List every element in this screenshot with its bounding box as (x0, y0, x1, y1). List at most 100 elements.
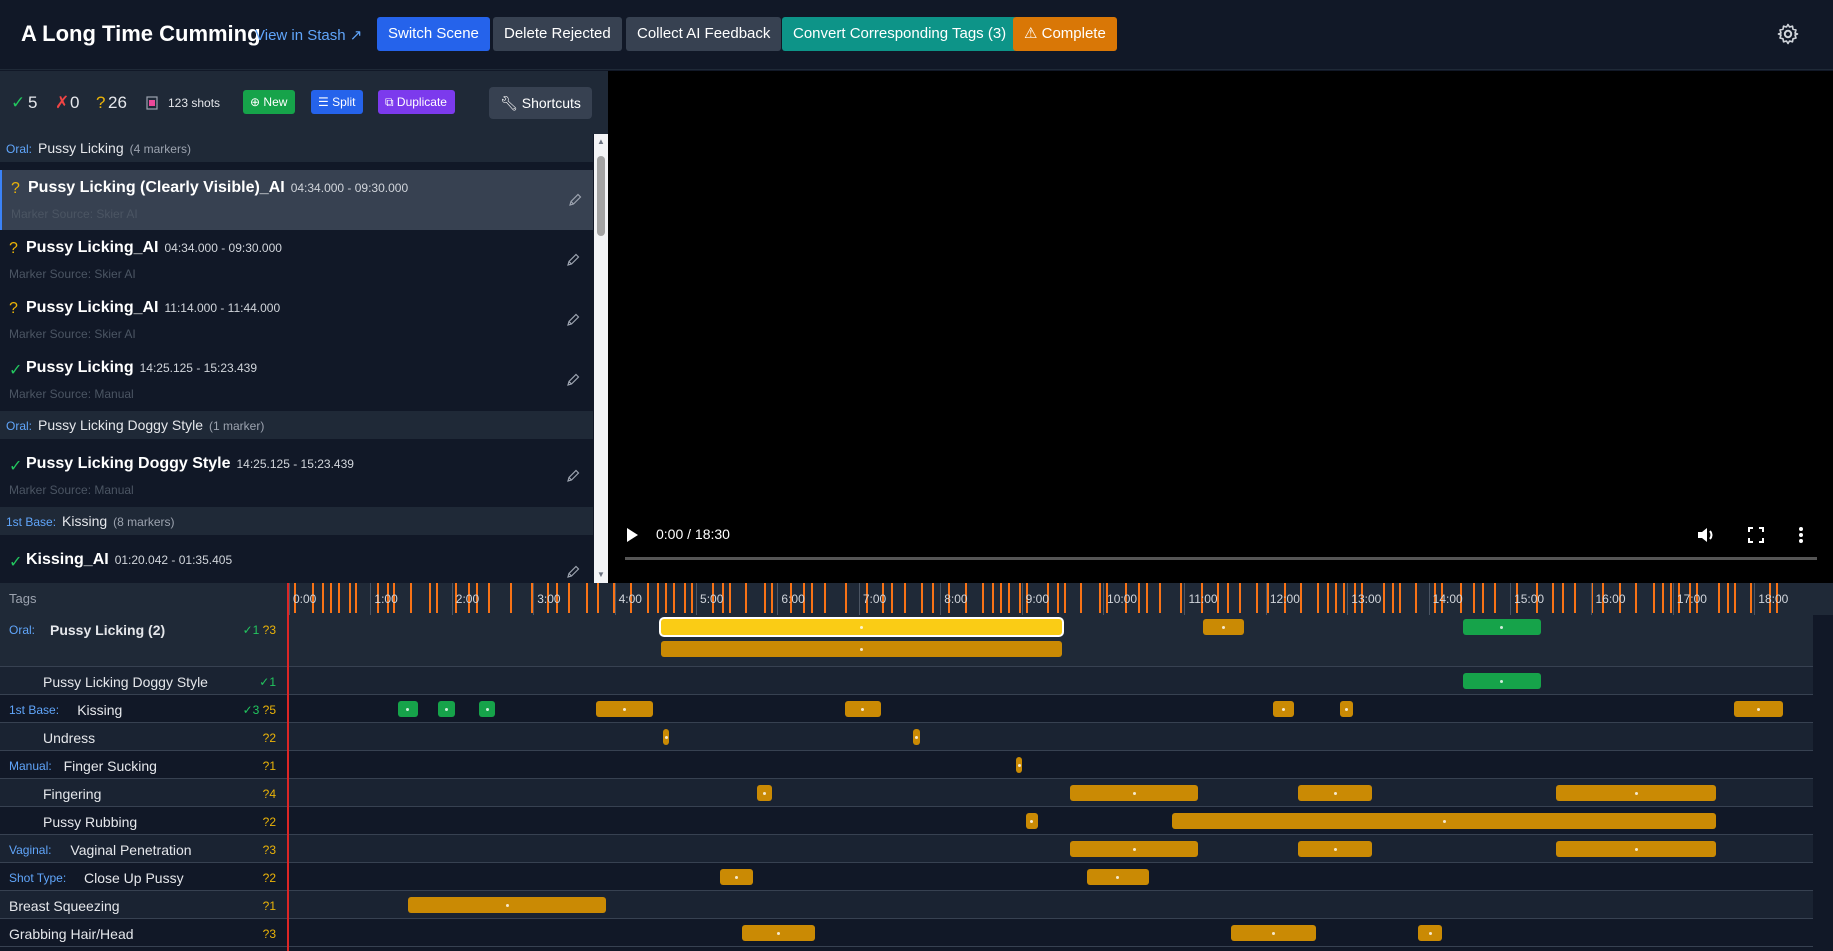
marker-bar[interactable] (742, 925, 816, 941)
tags-column-label: Tags (9, 591, 37, 606)
video-player[interactable]: 0:00 / 18:30 (608, 71, 1833, 583)
scene-cut-marker (982, 583, 985, 613)
marker-bar[interactable] (595, 701, 653, 717)
complete-button[interactable]: ⚠ Complete (1013, 17, 1117, 51)
marker-bar[interactable] (1025, 813, 1038, 829)
tag-row-label[interactable]: Vaginal: Vaginal Penetration ?3 (0, 835, 289, 862)
tag-row-label[interactable]: Manual: Finger Sucking ?1 (0, 751, 289, 778)
tag-row-label[interactable]: Breast Squeezing ?1 (0, 891, 289, 918)
more-options-icon[interactable] (1798, 526, 1804, 544)
scene-cut-marker (1256, 583, 1259, 613)
tag-row-label[interactable]: Shot Type: Close Up Pussy ?2 (0, 863, 289, 890)
split-icon: ☰ (318, 95, 329, 109)
collect-ai-feedback-button[interactable]: Collect AI Feedback (626, 17, 782, 51)
marker-bar[interactable] (1230, 925, 1317, 941)
timeline-playhead[interactable] (287, 583, 289, 951)
edit-pencil-icon[interactable] (565, 564, 581, 580)
marker-bar[interactable] (408, 897, 607, 913)
tag-row-label[interactable]: Pussy Licking Doggy Style ✓1 (0, 667, 289, 694)
marker-name: Pussy Licking (26, 359, 134, 376)
marker-bar[interactable] (845, 701, 881, 717)
marker-item[interactable]: ✓ Pussy Licking 14:25.125 - 15:23.439 Mar… (0, 350, 593, 410)
shortcuts-button[interactable]: 🔧︎ Shortcuts (489, 87, 592, 119)
pending-status-icon: ? (11, 180, 20, 197)
marker-item[interactable]: ✓ Kissing_AI 01:20.042 - 01:35.405 (0, 542, 593, 583)
tag-row-label[interactable]: Oral: Pussy Licking (2) ✓1 ?3 (0, 615, 289, 666)
marker-item[interactable]: ? Pussy Licking_AI 11:14.000 - 11:44.000 … (0, 290, 593, 350)
marker-bar[interactable] (757, 785, 772, 801)
marker-bar[interactable] (1272, 701, 1295, 717)
scene-cut-marker (1670, 583, 1673, 613)
group-category: Oral: (6, 142, 33, 156)
tag-row-label[interactable]: 1st Base: Kissing ✓3 ?5 (0, 695, 289, 722)
tag-count: ?3 (263, 927, 276, 941)
new-marker-button[interactable]: ⊕ New (243, 90, 296, 114)
scene-cut-marker (690, 583, 693, 613)
marker-bar[interactable] (1733, 701, 1783, 717)
marker-item[interactable]: ? Pussy Licking_AI 04:34.000 - 09:30.000 … (0, 230, 593, 290)
marker-bar[interactable] (1417, 925, 1443, 941)
marker-bar[interactable] (1340, 701, 1353, 717)
rejected-icon: ✗ (55, 93, 70, 112)
tick-line (370, 583, 372, 615)
switch-scene-button[interactable]: Switch Scene (377, 17, 490, 51)
scene-cut-marker (1727, 583, 1730, 613)
marker-bar[interactable] (1203, 619, 1245, 635)
marker-bar[interactable] (660, 619, 1063, 635)
marker-bar[interactable] (660, 641, 1063, 657)
marker-bar[interactable] (1086, 869, 1150, 885)
edit-pencil-icon[interactable] (565, 468, 581, 484)
marker-bar-center-dot (861, 707, 865, 711)
marker-item[interactable]: ✓ Pussy Licking Doggy Style 14:25.125 - 1… (0, 446, 593, 506)
fullscreen-icon[interactable] (1748, 527, 1764, 543)
marker-bar[interactable] (1172, 813, 1717, 829)
play-icon[interactable] (625, 527, 639, 543)
marker-bar[interactable] (1016, 757, 1023, 773)
marker-bar-center-dot (1634, 847, 1638, 851)
marker-bar[interactable] (913, 729, 920, 745)
marker-bar[interactable] (663, 729, 670, 745)
marker-bar[interactable] (438, 701, 455, 717)
marker-bar[interactable] (478, 701, 496, 717)
tag-row-label[interactable]: Undress ?2 (0, 723, 289, 750)
marker-bar-center-dot (1132, 791, 1136, 795)
edit-pencil-icon[interactable] (565, 312, 581, 328)
split-marker-button[interactable]: ☰ Split (311, 90, 364, 114)
marker-bar[interactable] (397, 701, 418, 717)
marker-time: 04:34.000 - 09:30.000 (164, 241, 282, 255)
marker-bar[interactable] (1070, 785, 1199, 801)
view-in-stash-link[interactable]: View in Stash ↗ (255, 26, 362, 44)
scrollbar-thumb[interactable] (597, 156, 605, 236)
marker-bar[interactable] (1298, 785, 1372, 801)
tag-row-label[interactable]: Grabbing Hair/Head ?3 (0, 919, 289, 946)
volume-icon[interactable] (1696, 526, 1716, 544)
edit-pencil-icon[interactable] (565, 252, 581, 268)
convert-tags-button[interactable]: Convert Corresponding Tags (3) (782, 17, 1018, 51)
marker-bar[interactable] (720, 869, 753, 885)
video-progress-bar[interactable] (625, 557, 1817, 560)
marker-bar[interactable] (1556, 841, 1717, 857)
scene-cut-marker (1138, 583, 1141, 613)
duplicate-marker-button[interactable]: ⧉ Duplicate (378, 90, 455, 114)
scroll-up-arrow-icon[interactable]: ▲ (597, 137, 605, 146)
pending-count: ?3 (262, 927, 276, 941)
marker-bar[interactable] (1462, 619, 1542, 635)
tag-row: Breast Squeezing ?1 (0, 891, 1813, 919)
marker-list-scrollbar[interactable]: ▲ ▼ (594, 134, 608, 583)
marker-bar[interactable] (1556, 785, 1717, 801)
marker-bar[interactable] (1462, 673, 1542, 689)
marker-name: Kissing_AI (26, 551, 109, 568)
timeline-ruler[interactable]: Tags 0:00 1:00 2:00 3:00 4:00 5:00 6:00 7:00 8:0… (0, 583, 1833, 615)
marker-bar[interactable] (1070, 841, 1199, 857)
settings-gear-icon[interactable] (1776, 22, 1800, 46)
marker-bar[interactable] (1298, 841, 1372, 857)
scroll-down-arrow-icon[interactable]: ▼ (597, 570, 605, 579)
edit-pencil-icon[interactable] (567, 192, 583, 208)
tag-row: Shot Type: Close Up Pussy ?2 (0, 863, 1813, 891)
tag-row-label[interactable]: Fingering ?4 (0, 779, 289, 806)
delete-rejected-button[interactable]: Delete Rejected (493, 17, 622, 51)
tag-row-label[interactable]: Pussy Rubbing ?2 (0, 807, 289, 834)
marker-item[interactable]: ? Pussy Licking (Clearly Visible)_AI 04:3… (0, 170, 593, 230)
edit-pencil-icon[interactable] (565, 372, 581, 388)
shots-count: 123 shots (168, 96, 221, 110)
